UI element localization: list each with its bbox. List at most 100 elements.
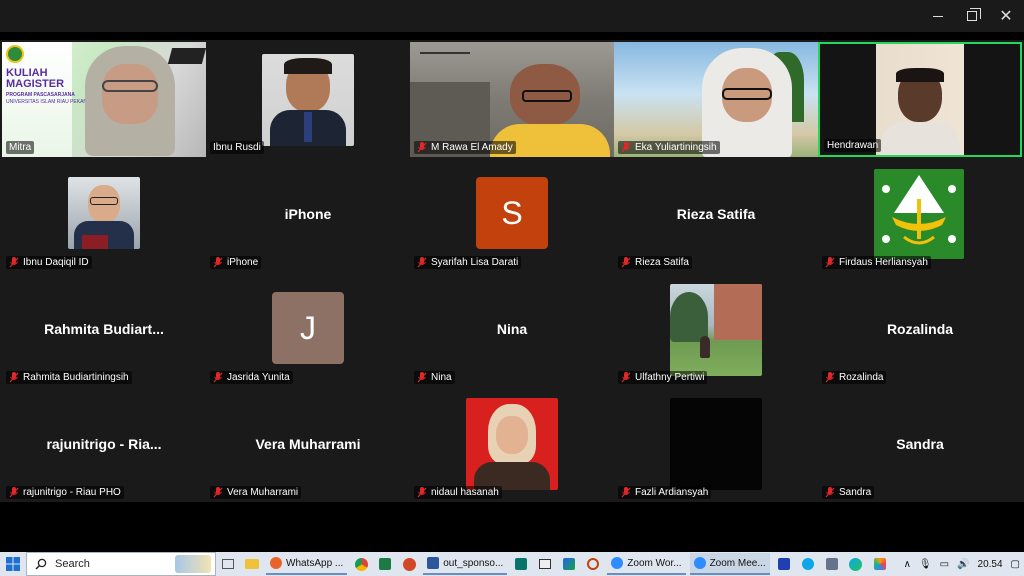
task-view-icon[interactable] — [217, 553, 239, 575]
participant-tile-syarifah-lisa-darati[interactable]: S Syarifah Lisa Darati — [410, 157, 614, 272]
windows-logo-icon — [6, 557, 20, 571]
participant-name-label: Ibnu Rusdi — [210, 141, 264, 154]
participant-tile-nidaul-hasanah[interactable]: nidaul hasanah — [410, 387, 614, 502]
window-title-bar: ✕ — [0, 0, 1024, 32]
participant-display-name: iPhone — [284, 206, 332, 222]
app-icon-2[interactable] — [797, 553, 819, 575]
muted-mic-icon — [417, 142, 427, 153]
participant-name-label: Mitra — [6, 141, 35, 154]
powerpoint-icon[interactable] — [398, 553, 420, 575]
app-glyph — [825, 558, 838, 570]
app-icon-1[interactable] — [773, 553, 795, 575]
chrome-icon[interactable] — [350, 553, 372, 575]
start-button[interactable] — [0, 552, 26, 576]
file-explorer-icon[interactable] — [241, 553, 263, 575]
taskbar-app-zoom-meeting[interactable]: Zoom Mee... — [689, 553, 770, 575]
initial-avatar: J — [272, 292, 344, 364]
participant-tile-firdaus-herliansyah[interactable]: Firdaus Herliansyah — [818, 157, 1022, 272]
maximize-button[interactable] — [955, 0, 989, 32]
initial-avatar: S — [476, 177, 548, 249]
book — [82, 235, 108, 249]
edge-icon[interactable] — [845, 553, 867, 575]
participant-tile-ibnu-rusdi[interactable]: Ibnu Rusdi — [206, 42, 410, 157]
app-icon-3[interactable] — [821, 553, 843, 575]
participant-tile-m-rawa-el-amady[interactable]: M Rawa El Amady — [410, 42, 614, 157]
profile-photo — [466, 398, 558, 490]
app-label: Zoom Mee... — [709, 557, 766, 569]
publisher-glyph — [515, 558, 528, 570]
muted-mic-icon — [621, 257, 631, 268]
participant-tile-rieza-satifa[interactable]: Rieza Satifa Rieza Satifa — [614, 157, 818, 272]
chandelier — [420, 52, 470, 82]
profile-photo — [262, 54, 354, 146]
slide-title: KULIAH MAGISTER — [6, 67, 65, 90]
microphone-icon[interactable]: 🎙 — [919, 559, 932, 570]
participant-tile-rajunitrigo[interactable]: rajunitrigo - Ria... rajunitrigo - Riau … — [2, 387, 206, 502]
taskbar-app-whatsapp[interactable]: WhatsApp ... — [266, 553, 348, 575]
excel-icon[interactable] — [374, 553, 396, 575]
clock[interactable]: 20.54 — [978, 559, 1003, 570]
person-figure — [700, 336, 710, 358]
powerpoint-glyph — [402, 557, 416, 571]
muted-mic-icon — [621, 372, 631, 383]
university-logo — [6, 45, 24, 63]
publisher-icon[interactable] — [510, 553, 532, 575]
app-glyph — [801, 558, 814, 570]
participant-name-label: Firdaus Herliansyah — [822, 256, 931, 269]
terminal-icon[interactable] — [534, 553, 556, 575]
terminal-glyph — [539, 559, 552, 569]
task-view-glyph — [222, 559, 234, 569]
store-icon[interactable] — [558, 553, 580, 575]
participant-tile-ulfathny-pertiwi[interactable]: Ulfathny Pertiwi — [614, 272, 818, 387]
participant-display-name: rajunitrigo - Ria... — [46, 436, 162, 452]
participant-tile-hendrawan[interactable]: Hendrawan — [818, 42, 1022, 157]
search-icon — [35, 558, 47, 570]
snip-icon[interactable] — [582, 553, 604, 575]
network-icon[interactable]: ▭ — [940, 559, 949, 570]
person-shirt — [880, 122, 960, 155]
participant-tile-fazli-ardiansyah[interactable]: Fazli Ardiansyah — [614, 387, 818, 502]
system-tray: ∧ 🎙 ▭ 🔊 20.54 ▢ — [900, 552, 1024, 576]
taskbar-app-word-document[interactable]: out_sponso... — [423, 553, 508, 575]
glasses — [90, 197, 118, 205]
muted-mic-icon — [417, 372, 427, 383]
participant-name-label: Rozalinda — [822, 371, 887, 384]
participant-display-name: Rahmita Budiart... — [44, 321, 164, 337]
participant-tile-ibnu-daqiqil-id[interactable]: Ibnu Daqiqil ID — [2, 157, 206, 272]
participant-name-label: Jasrida Yunita — [210, 371, 293, 384]
participant-name-label: iPhone — [210, 256, 262, 269]
profile-photo — [68, 177, 140, 249]
volume-icon[interactable]: 🔊 — [957, 559, 969, 570]
participant-tile-iphone[interactable]: iPhone iPhone — [206, 157, 410, 272]
participant-tile-sandra[interactable]: Sandra Sandra — [818, 387, 1022, 502]
edge-glyph — [849, 557, 863, 571]
close-button[interactable]: ✕ — [989, 0, 1023, 32]
participant-tile-mitra[interactable]: KULIAH MAGISTER PROGRAM PASCASARJANA UNI… — [2, 42, 206, 157]
participant-name-label: Rieza Satifa — [618, 256, 692, 269]
participant-name-label: Vera Muharrami — [210, 486, 302, 499]
muted-mic-icon — [417, 487, 427, 498]
participant-tile-nina[interactable]: Nina Nina — [410, 272, 614, 387]
participant-tile-rozalinda[interactable]: Rozalinda Rozalinda — [818, 272, 1022, 387]
taskbar-search-box[interactable]: Search — [26, 552, 216, 576]
participant-name-label: Fazli Ardiansyah — [618, 486, 712, 499]
show-hidden-icons-chevron-icon[interactable]: ∧ — [904, 559, 911, 570]
participant-display-name: Vera Muharrami — [255, 436, 361, 452]
muted-mic-icon — [213, 487, 223, 498]
participant-tile-vera-muharrami[interactable]: Vera Muharrami Vera Muharrami — [206, 387, 410, 502]
participant-tile-rahmita-budiartiningsih[interactable]: Rahmita Budiart... Rahmita Budiartinings… — [2, 272, 206, 387]
participant-display-name: Rozalinda — [886, 321, 954, 337]
participant-name-label: Hendrawan — [824, 139, 882, 152]
participant-name-label: Ulfathny Pertiwi — [618, 371, 708, 384]
notifications-icon[interactable]: ▢ — [1011, 559, 1020, 570]
store-glyph — [563, 558, 576, 570]
glasses — [722, 88, 772, 100]
person-face — [496, 416, 528, 454]
participant-tile-eka-yuliartiningsih[interactable]: Eka Yuliartiningsih — [614, 42, 818, 157]
app-icon-4[interactable] — [869, 553, 891, 575]
person-hair — [896, 68, 944, 82]
minimize-button[interactable] — [921, 0, 955, 32]
muted-mic-icon — [621, 487, 631, 498]
participant-tile-jasrida-yunita[interactable]: J Jasrida Yunita — [206, 272, 410, 387]
taskbar-app-zoom-workplace[interactable]: Zoom Wor... — [607, 553, 686, 575]
